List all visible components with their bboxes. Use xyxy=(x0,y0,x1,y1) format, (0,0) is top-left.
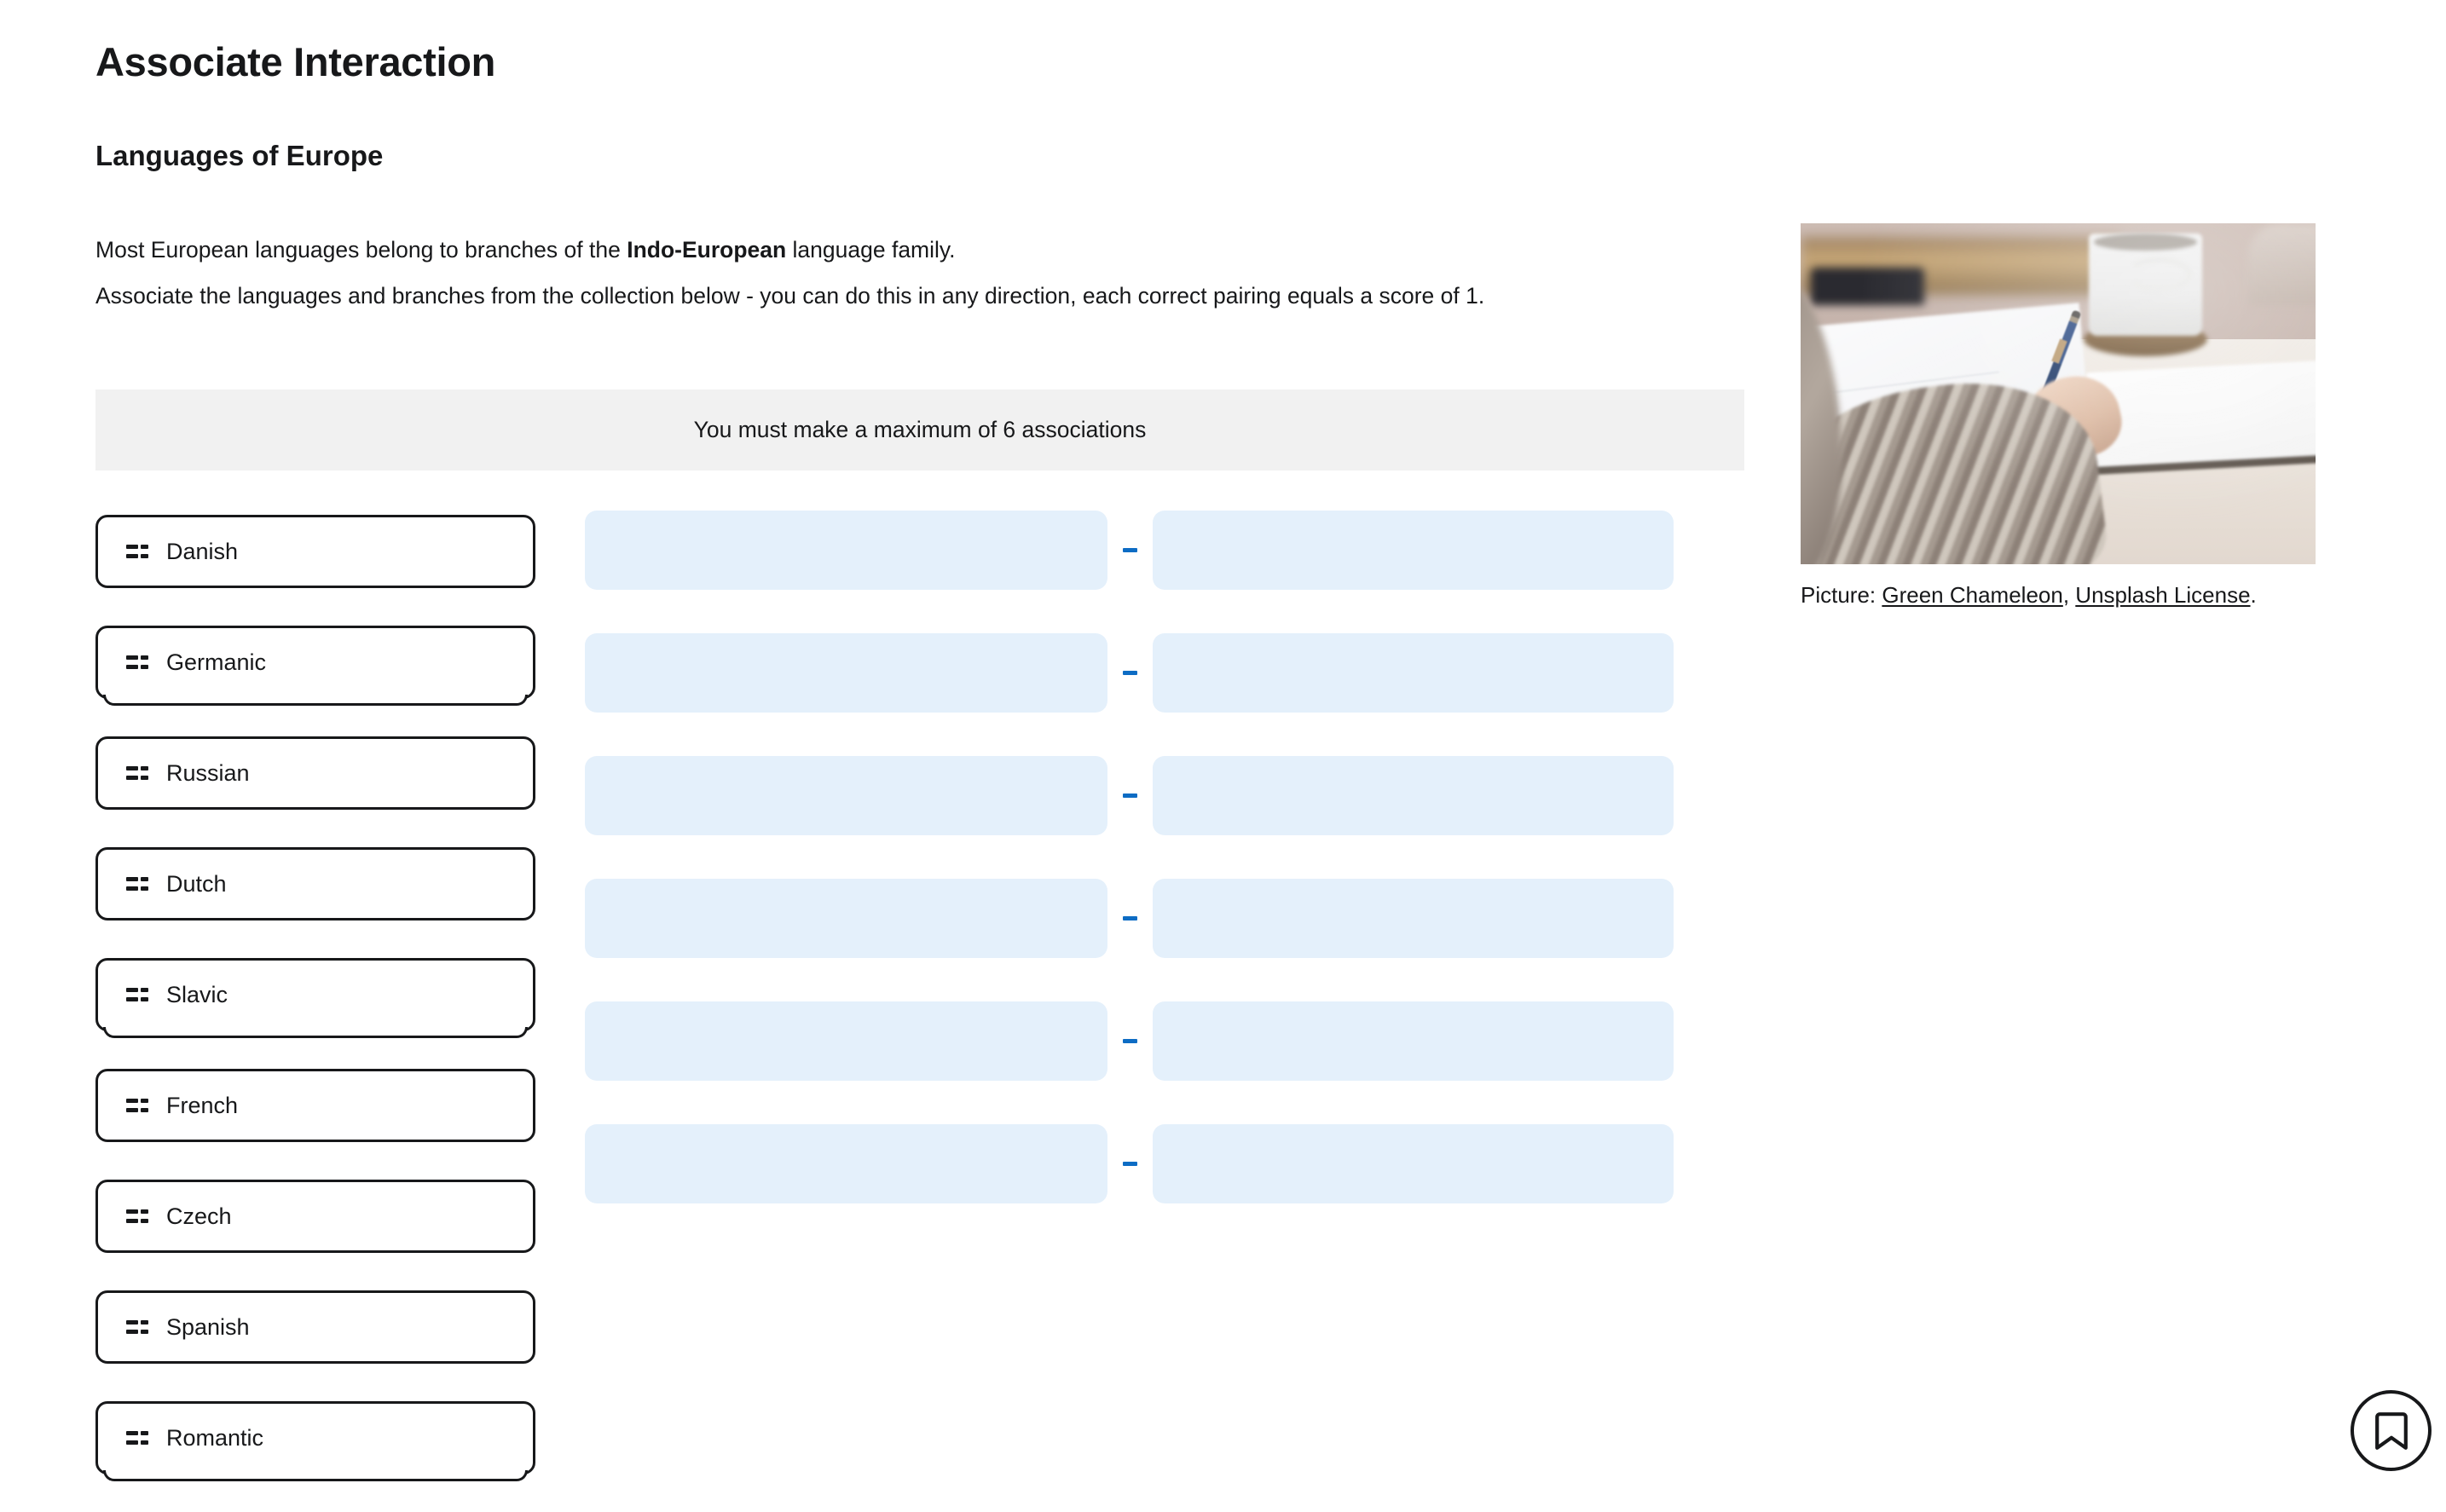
association-dropzone-left[interactable] xyxy=(585,1124,1107,1203)
choice-item[interactable]: Danish xyxy=(95,515,535,588)
drag-handle-icon[interactable] xyxy=(126,1207,148,1226)
drag-handle-icon[interactable] xyxy=(126,653,148,672)
choice-item-label: Dutch xyxy=(166,870,227,897)
notice-text: You must make a maximum of 6 association… xyxy=(693,417,1147,442)
association-rows xyxy=(585,511,1674,1247)
drag-handle-icon[interactable] xyxy=(126,764,148,782)
association-separator xyxy=(1107,916,1153,920)
association-dropzone-right[interactable] xyxy=(1153,756,1674,835)
intro-text: Most European languages belong to branch… xyxy=(95,234,1767,312)
intro-paragraph-1: Most European languages belong to branch… xyxy=(95,234,1767,267)
desk-writing-photo xyxy=(1801,223,2316,564)
choice-item[interactable]: Germanic xyxy=(95,626,535,706)
choice-item-label: Germanic xyxy=(166,649,267,675)
association-row xyxy=(585,511,1674,590)
choice-item[interactable]: French xyxy=(95,1069,535,1142)
choice-item-label: Slavic xyxy=(166,981,228,1007)
choice-item-label: Spanish xyxy=(166,1313,250,1340)
association-dropzone-right[interactable] xyxy=(1153,1124,1674,1203)
intro-paragraph-2: Associate the languages and branches fro… xyxy=(95,282,1485,309)
association-separator xyxy=(1107,548,1153,552)
drag-handle-icon[interactable] xyxy=(126,985,148,1004)
caption-prefix: Picture: xyxy=(1801,582,1882,608)
association-dropzone-left[interactable] xyxy=(585,1001,1107,1081)
choice-item[interactable]: Slavic xyxy=(95,958,535,1038)
association-row xyxy=(585,633,1674,713)
choice-item[interactable]: Romantic xyxy=(95,1401,535,1481)
bookmark-button[interactable] xyxy=(2351,1390,2432,1471)
association-row xyxy=(585,1001,1674,1081)
drag-handle-icon[interactable] xyxy=(126,1428,148,1447)
association-separator xyxy=(1107,1039,1153,1043)
choice-item-label: Russian xyxy=(166,759,250,786)
choice-item[interactable]: Russian xyxy=(95,736,535,810)
association-row xyxy=(585,879,1674,958)
page-root: Associate Interaction Languages of Europ… xyxy=(0,0,2446,1483)
caption-link-author[interactable]: Green Chameleon xyxy=(1882,582,2062,608)
choice-item-label: Danish xyxy=(166,538,239,564)
section-title: Languages of Europe xyxy=(95,140,384,172)
association-dropzone-left[interactable] xyxy=(585,756,1107,835)
figure-caption: Picture: Green Chameleon, Unsplash Licen… xyxy=(1801,580,2316,611)
association-dropzone-left[interactable] xyxy=(585,511,1107,590)
choice-item[interactable]: Spanish xyxy=(95,1290,535,1364)
association-dropzone-right[interactable] xyxy=(1153,879,1674,958)
choice-item-label: French xyxy=(166,1092,239,1118)
bookmark-icon xyxy=(2374,1411,2408,1451)
association-dropzone-right[interactable] xyxy=(1153,511,1674,590)
association-dropzone-left[interactable] xyxy=(585,633,1107,713)
page-title: Associate Interaction xyxy=(95,39,496,85)
drag-handle-icon[interactable] xyxy=(126,874,148,893)
choice-item-label: Romantic xyxy=(166,1424,264,1451)
association-separator xyxy=(1107,1162,1153,1166)
choice-collection: Danish Germanic Russian Dutch Slavic French Cz… xyxy=(95,515,535,1512)
drag-handle-icon[interactable] xyxy=(126,1096,148,1115)
choice-item[interactable]: Czech xyxy=(95,1180,535,1253)
intro-1-after: language family. xyxy=(786,237,956,263)
association-row xyxy=(585,1124,1674,1203)
association-dropzone-left[interactable] xyxy=(585,879,1107,958)
association-separator xyxy=(1107,671,1153,675)
intro-1-bold: Indo-European xyxy=(627,237,787,263)
association-separator xyxy=(1107,794,1153,798)
caption-suffix: . xyxy=(2250,582,2257,608)
association-dropzone-right[interactable] xyxy=(1153,633,1674,713)
max-associations-notice: You must make a maximum of 6 association… xyxy=(95,390,1744,470)
caption-separator: , xyxy=(2062,582,2076,608)
choice-item-label: Czech xyxy=(166,1203,232,1229)
association-dropzone-right[interactable] xyxy=(1153,1001,1674,1081)
drag-handle-icon[interactable] xyxy=(126,1318,148,1336)
figure: Picture: Green Chameleon, Unsplash Licen… xyxy=(1801,223,2316,611)
choice-item[interactable]: Dutch xyxy=(95,847,535,920)
caption-link-license[interactable]: Unsplash License xyxy=(2075,582,2250,608)
association-row xyxy=(585,756,1674,835)
intro-1-before: Most European languages belong to branch… xyxy=(95,237,627,263)
drag-handle-icon[interactable] xyxy=(126,542,148,561)
